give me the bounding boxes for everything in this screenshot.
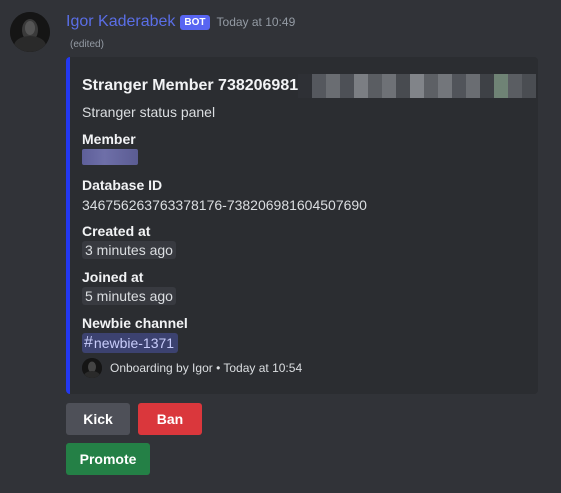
field-member-name: Member [82, 131, 136, 147]
field-joined-at-value: 5 minutes ago [82, 287, 176, 305]
embed-footer: Onboarding by Igor • Today at 10:54 [82, 358, 302, 378]
action-row-2: Promote [66, 443, 150, 475]
field-created-at-value: 3 minutes ago [82, 241, 176, 259]
embed-card: Stranger Member 738206981 Stranger statu… [66, 57, 538, 394]
kick-button[interactable]: Kick [66, 403, 130, 435]
message-header: Igor Kaderabek BOT Today at 10:49 [66, 12, 295, 32]
bot-tag: BOT [180, 14, 210, 30]
redacted-pixelation [298, 74, 537, 98]
embed-title-text: Stranger Member 738206981 [82, 77, 299, 94]
hash-icon: # [84, 334, 93, 351]
edited-label: (edited) [70, 39, 104, 50]
field-joined-at-name: Joined at [82, 269, 144, 285]
joined-at-timestamp: 5 minutes ago [82, 287, 176, 305]
field-database-id-name: Database ID [82, 177, 163, 193]
field-database-id-value: 346756263763378176-738206981604507690 [82, 197, 367, 213]
embed-title: Stranger Member 738206981 [82, 74, 537, 98]
user-avatar[interactable] [10, 12, 50, 52]
promote-button[interactable]: Promote [66, 443, 150, 475]
embed-description: Stranger status panel [82, 104, 216, 120]
chat-message: Igor Kaderabek BOT Today at 10:49 (edite… [0, 0, 561, 493]
field-newbie-channel-value: # newbie-1371 [82, 333, 179, 353]
created-at-timestamp: 3 minutes ago [82, 241, 176, 259]
ban-button[interactable]: Ban [138, 403, 202, 435]
action-row-1: Kick Ban [66, 403, 202, 435]
footer-avatar-icon [82, 358, 102, 378]
field-created-at-name: Created at [82, 223, 151, 239]
channel-mention[interactable]: # newbie-1371 [82, 333, 179, 353]
message-timestamp: Today at 10:49 [216, 15, 296, 29]
field-newbie-channel-name: Newbie channel [82, 315, 188, 331]
channel-name: newbie-1371 [93, 335, 175, 351]
username[interactable]: Igor Kaderabek [66, 13, 175, 31]
footer-text: Onboarding by Igor • Today at 10:54 [110, 361, 303, 375]
member-mention-redacted[interactable] [82, 149, 138, 165]
